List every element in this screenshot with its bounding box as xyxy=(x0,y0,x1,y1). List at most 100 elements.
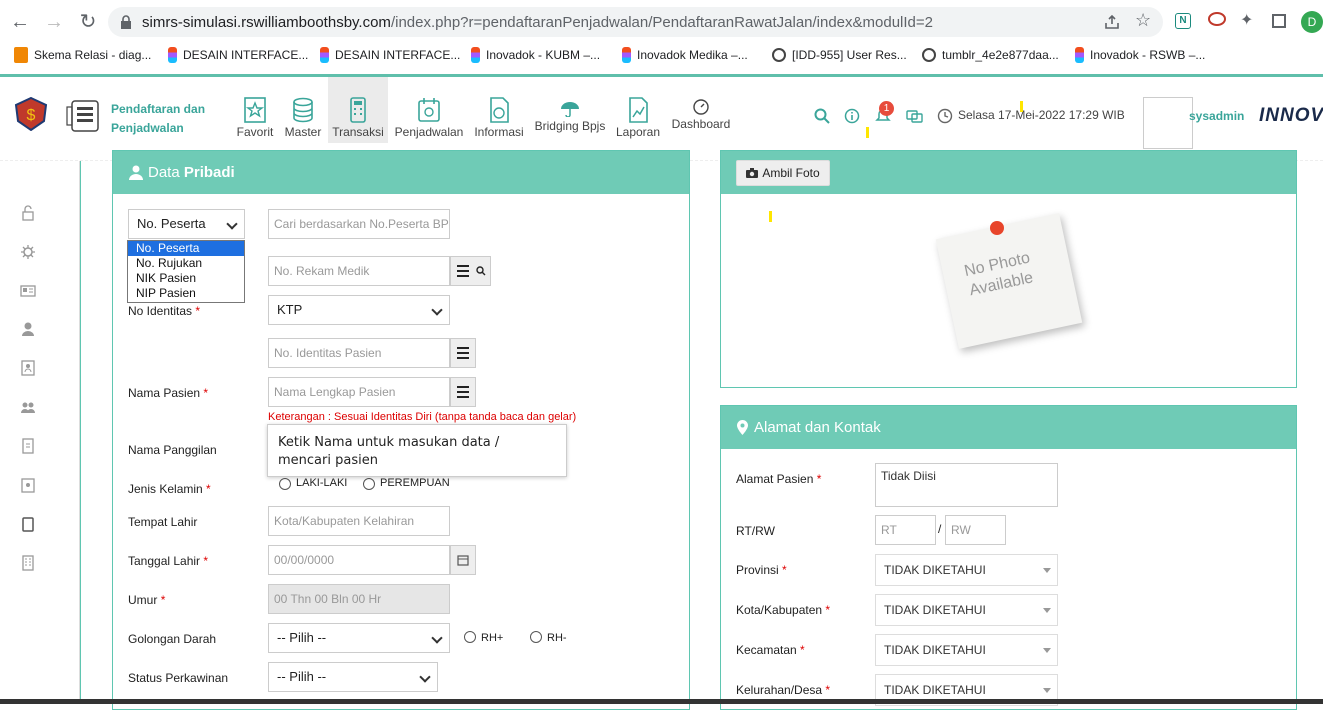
rw-input[interactable]: RW xyxy=(945,515,1006,545)
kota-label: Kota/Kabupaten * xyxy=(736,603,831,617)
rh-plus-radio[interactable] xyxy=(464,631,476,643)
tanggal-lahir-input[interactable]: 00/00/0000 xyxy=(268,545,450,575)
tempat-lahir-input[interactable]: Kota/Kabupaten Kelahiran xyxy=(268,506,450,536)
puzzle-icon[interactable]: ✦ xyxy=(1240,10,1253,30)
umbrella-icon xyxy=(561,102,579,117)
rekam-medik-input[interactable]: No. Rekam Medik xyxy=(268,256,450,286)
menu-bridging-bpjs[interactable]: Bridging Bpjs xyxy=(534,101,606,133)
patient-file-icon[interactable] xyxy=(20,360,36,376)
rh-minus-radio[interactable] xyxy=(530,631,542,643)
dropdown-option[interactable]: NIP Pasien xyxy=(128,286,244,301)
menu-laporan[interactable]: Laporan xyxy=(614,97,662,139)
building-icon[interactable] xyxy=(20,555,36,571)
search-icon[interactable] xyxy=(814,108,830,124)
rh-plus-label: RH+ xyxy=(481,632,504,644)
nama-pasien-list-button[interactable] xyxy=(450,377,476,407)
ambil-foto-button[interactable]: Ambil Foto xyxy=(736,160,830,186)
bookmark-item[interactable]: Inovadok - KUBM –... xyxy=(471,46,600,64)
sidepanel-icon[interactable] xyxy=(1272,14,1286,28)
bookmark-item[interactable]: Skema Relasi - diag... xyxy=(14,46,151,64)
provinsi-select[interactable]: TIDAK DIKETAHUI xyxy=(875,554,1058,586)
group-icon[interactable] xyxy=(20,399,36,415)
user-avatar[interactable] xyxy=(1143,97,1193,149)
menu-favorit[interactable]: Favorit xyxy=(236,97,274,139)
clipboard-icon[interactable] xyxy=(20,516,36,532)
rt-input[interactable]: RT xyxy=(875,515,936,545)
no-identitas-input[interactable]: No. Identitas Pasien xyxy=(268,338,450,368)
gender-female-radio[interactable] xyxy=(363,478,375,490)
doctor-icon[interactable] xyxy=(20,321,36,337)
figma-icon xyxy=(1075,47,1084,63)
bookmark-item[interactable]: DESAIN INTERFACE... xyxy=(320,46,460,64)
extension-n-icon[interactable]: N xyxy=(1175,13,1191,29)
bookmark-item[interactable]: [IDD-955] User Res... xyxy=(772,46,907,64)
cursor-marker xyxy=(866,127,869,138)
user-icon xyxy=(129,165,143,180)
status-perkawinan-label: Status Perkawinan xyxy=(128,671,229,685)
share-icon[interactable] xyxy=(1104,14,1120,30)
alamat-header: Alamat dan Kontak xyxy=(721,406,1296,449)
back-arrow-icon[interactable]: ← xyxy=(8,10,32,34)
bookmark-item[interactable]: tumblr_4e2e877daa... xyxy=(922,46,1059,64)
star-bookmark-icon[interactable]: ☆ xyxy=(1135,10,1151,31)
jenis-kelamin-label: Jenis Kelamin * xyxy=(128,482,211,496)
rekam-medik-search-button[interactable] xyxy=(450,256,491,286)
username-text[interactable]: sysadmin xyxy=(1189,109,1244,123)
golongan-darah-select[interactable]: -- Pilih -- xyxy=(268,623,450,653)
bpjs-search-input[interactable]: Cari berdasarkan No.Peserta BPJS xyxy=(268,209,450,239)
nama-pasien-input[interactable]: Nama Lengkap Pasien xyxy=(268,377,450,407)
dropdown-option[interactable]: No. Rujukan xyxy=(128,256,244,271)
id-type-select[interactable]: No. Peserta xyxy=(128,209,245,239)
profile-avatar[interactable]: D xyxy=(1301,11,1323,33)
camera-icon xyxy=(746,168,759,178)
forward-arrow-icon[interactable]: → xyxy=(42,10,66,34)
calendar-icon xyxy=(457,555,469,566)
bookmark-item[interactable]: Inovadok Medika –... xyxy=(622,46,748,64)
cursor-marker xyxy=(769,211,772,222)
sidebar xyxy=(0,161,80,704)
document-icon[interactable] xyxy=(20,438,36,454)
chat-icon[interactable] xyxy=(906,108,924,124)
dropdown-option[interactable]: NIK Pasien xyxy=(128,271,244,286)
no-identitas-list-button[interactable] xyxy=(450,338,476,368)
reload-icon[interactable]: ↻ xyxy=(76,10,100,34)
menu-penjadwalan[interactable]: Penjadwalan xyxy=(394,97,464,139)
extension-eye-icon[interactable] xyxy=(1208,12,1226,26)
identitas-type-select[interactable]: KTP xyxy=(268,295,450,325)
kota-select[interactable]: TIDAK DIKETAHUI xyxy=(875,594,1058,626)
menu-informasi[interactable]: Informasi xyxy=(473,97,525,139)
menu-dashboard[interactable]: Dashboard xyxy=(669,99,733,131)
svg-text:$: $ xyxy=(27,107,36,124)
database-icon xyxy=(293,97,313,123)
settings-icon[interactable] xyxy=(20,244,36,260)
app-header: $ Pendaftaran dan Penjadwalan Favorit Ma… xyxy=(0,77,1323,161)
notification-badge: 1 xyxy=(879,101,894,116)
list-icon xyxy=(457,386,469,398)
url-text: simrs-simulasi.rswilliamboothsby.com/ind… xyxy=(142,14,933,31)
id-card-icon[interactable] xyxy=(20,283,36,299)
globe-icon xyxy=(922,48,936,62)
chevron-down-icon xyxy=(419,671,431,683)
dropdown-option[interactable]: No. Peserta xyxy=(128,241,244,256)
gender-male-radio[interactable] xyxy=(279,478,291,490)
umur-field: 00 Thn 00 Bln 00 Hr xyxy=(268,584,450,614)
caret-down-icon xyxy=(1043,648,1051,653)
nama-panggilan-label: Nama Panggilan xyxy=(128,443,217,457)
alamat-pasien-textarea[interactable]: Tidak Diisi xyxy=(875,463,1058,507)
bookmark-item[interactable]: DESAIN INTERFACE... xyxy=(168,46,308,64)
gender-female-label: PEREMPUAN xyxy=(380,477,450,489)
info-circle-icon[interactable] xyxy=(844,108,860,124)
menu-transaksi[interactable]: Transaksi xyxy=(328,77,388,143)
medical-record-icon[interactable] xyxy=(20,477,36,493)
menu-master[interactable]: Master xyxy=(283,97,323,139)
bookmark-item[interactable]: Inovadok - RSWB –... xyxy=(1075,46,1205,64)
date-picker-button[interactable] xyxy=(450,545,476,575)
kecamatan-select[interactable]: TIDAK DIKETAHUI xyxy=(875,634,1058,666)
unlock-icon[interactable] xyxy=(20,205,36,221)
cursor-marker xyxy=(1020,101,1023,112)
globe-icon xyxy=(772,48,786,62)
status-perkawinan-select[interactable]: -- Pilih -- xyxy=(268,662,438,692)
rh-minus-label: RH- xyxy=(547,632,567,644)
nama-pasien-tooltip: Ketik Nama untuk masukan data / mencari … xyxy=(267,424,567,477)
report-icon xyxy=(629,97,648,123)
